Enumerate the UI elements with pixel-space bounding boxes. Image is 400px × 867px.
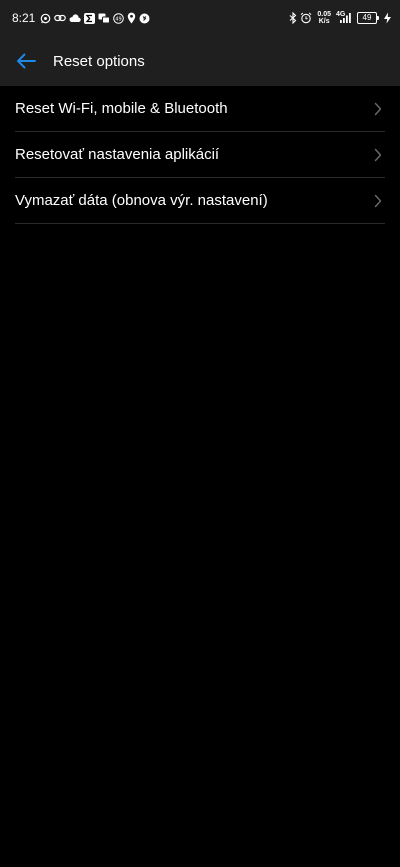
option-factory-reset[interactable]: Vymazať dáta (obnova výr. nastavení) [15,178,385,224]
badge-icon: 49 [113,11,125,25]
status-time: 8:21 [12,11,36,25]
network-type: 4G [336,11,346,18]
app-header: Reset options [0,36,400,86]
chevron-right-icon [373,102,383,116]
chevron-right-icon [373,194,383,208]
page-title: Reset options [53,52,145,70]
back-arrow-icon [16,53,36,69]
battery-icon: 49 [357,12,379,24]
option-reset-network[interactable]: Reset Wi-Fi, mobile & Bluetooth [15,86,385,132]
status-bar-right: 0.05 K/s 4G 49 [289,11,392,25]
option-label: Reset Wi-Fi, mobile & Bluetooth [15,100,228,117]
back-button[interactable] [13,48,39,74]
svg-text:49: 49 [116,16,122,22]
net-speed-unit: K/s [318,18,330,25]
location-icon [127,11,136,25]
shazam-icon [139,11,150,25]
options-list: Reset Wi-Fi, mobile & Bluetooth Resetova… [0,86,400,224]
net-speed: 0.05 K/s [317,11,331,25]
whatsapp-icon [40,11,51,25]
option-label: Vymazať dáta (obnova výr. nastavení) [15,192,268,209]
cloud-icon [69,11,82,25]
status-bar-left: 8:21 49 [12,11,150,25]
charging-icon [383,11,392,25]
status-bar: 8:21 49 0.05 K/s 4G 49 [0,0,400,36]
battery-level: 49 [362,13,372,22]
chat-icon [98,11,111,25]
link-icon [54,11,67,25]
signal-icon: 4G [336,11,352,25]
chevron-right-icon [373,148,383,162]
bluetooth-icon [289,11,297,25]
alarm-icon [300,11,312,25]
option-label: Resetovať nastavenia aplikácií [15,146,220,163]
option-reset-app-preferences[interactable]: Resetovať nastavenia aplikácií [15,132,385,178]
net-speed-value: 0.05 [317,11,331,18]
sigma-icon [84,11,96,25]
